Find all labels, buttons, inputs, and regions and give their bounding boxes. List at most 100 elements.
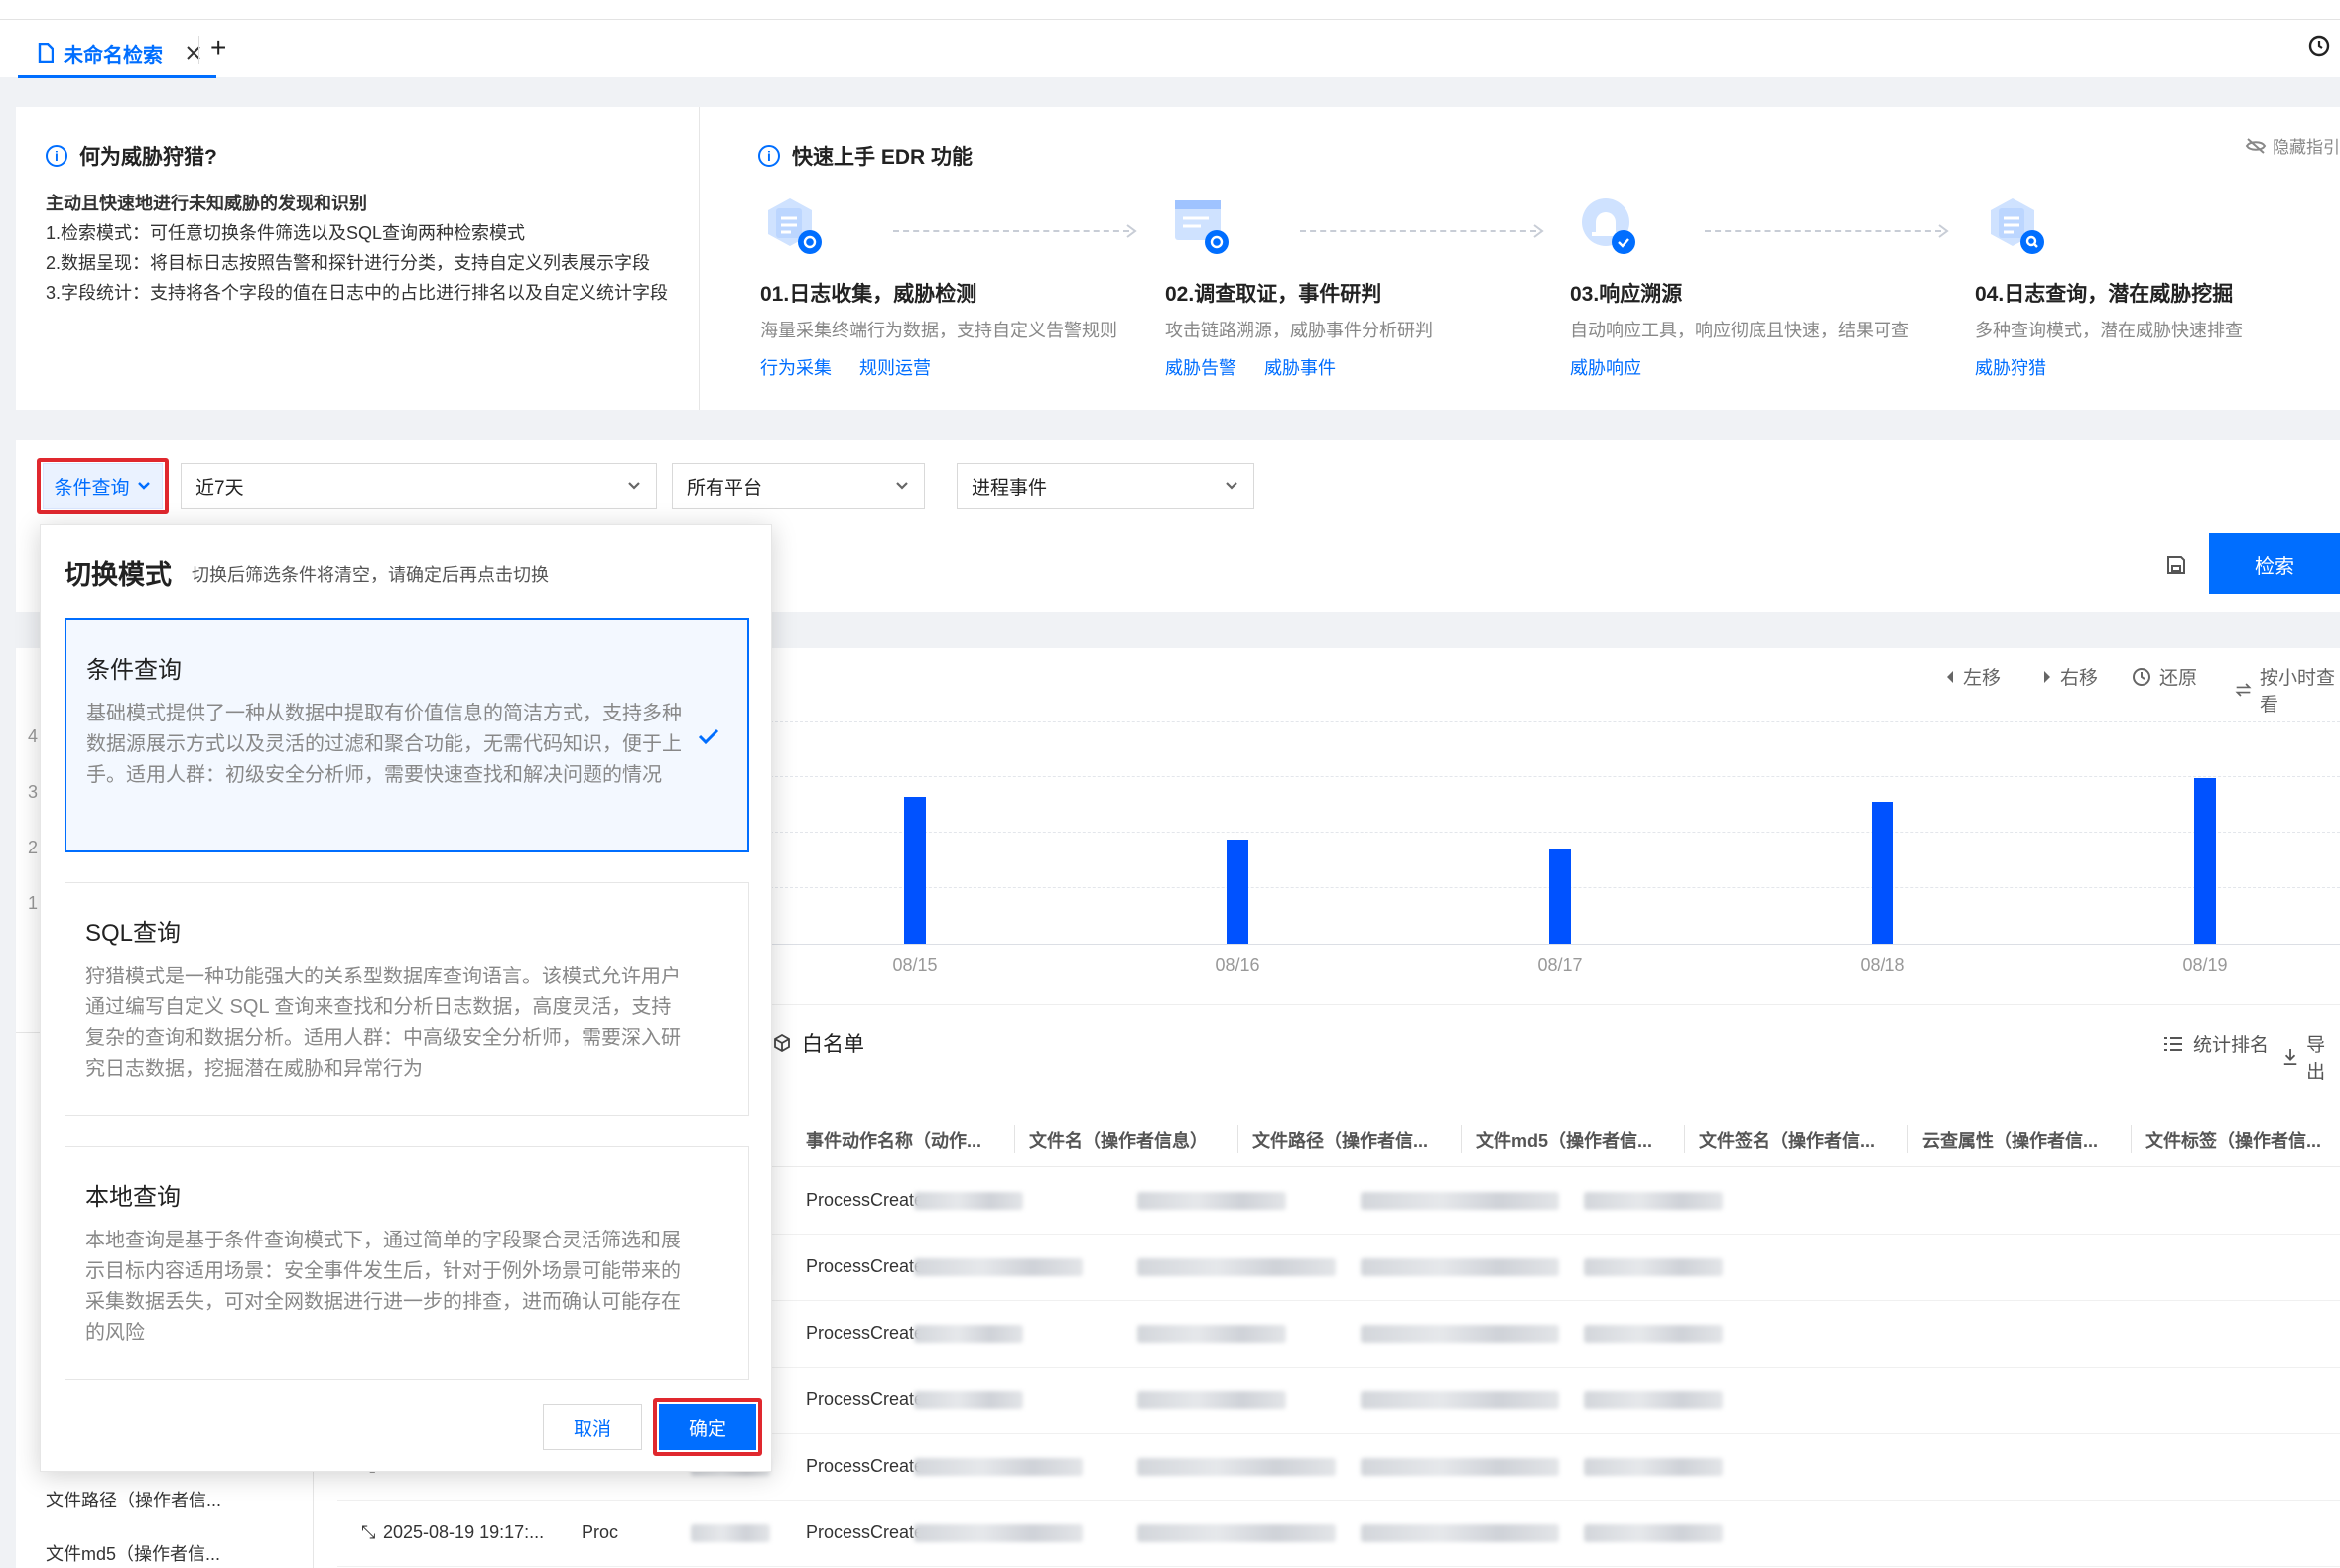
results-table-header: 事件动作名称（动作... 文件名（操作者信息） 文件路径（操作者信... 文件m… xyxy=(770,1111,2340,1167)
save-icon[interactable] xyxy=(2165,554,2187,576)
popover-title: 切换模式 xyxy=(65,560,172,589)
link-rule-ops[interactable]: 规则运营 xyxy=(859,354,931,380)
link-threat-alert[interactable]: 威胁告警 xyxy=(1165,354,1236,380)
redacted-value xyxy=(914,1524,1083,1542)
mode-option-condition[interactable]: 条件查询 基础模式提供了一种从数据中提取有价值信息的简洁方式，支持多种数据源展示… xyxy=(65,618,749,852)
x-tick-label: 08/16 xyxy=(1215,955,1260,975)
col-header-md5[interactable]: 文件md5（操作者信... xyxy=(1476,1127,1652,1153)
history-clock-icon[interactable] xyxy=(2308,35,2330,57)
time-range-select[interactable]: 近7天 xyxy=(181,463,657,509)
redacted-value xyxy=(1137,1391,1286,1409)
close-icon[interactable] xyxy=(185,44,202,62)
link-behavior-collect[interactable]: 行为采集 xyxy=(760,354,832,380)
step-arrow xyxy=(893,230,1129,232)
redacted-value xyxy=(1361,1391,1559,1409)
chart-bar[interactable] xyxy=(904,797,926,944)
chevron-down-icon xyxy=(1226,482,1237,490)
info-icon: i xyxy=(758,145,780,167)
swap-icon xyxy=(2235,683,2252,697)
redacted-value xyxy=(914,1325,1023,1343)
chart-pan-left[interactable]: 左移 xyxy=(1945,663,2001,690)
col-header-filepath[interactable]: 文件路径（操作者信... xyxy=(1252,1127,1428,1153)
what-is-hunting-body: 主动且快速地进行未知威胁的发现和识别 1.检索模式：可任意切换条件筛选以及SQL… xyxy=(46,194,669,303)
chart-hourly-view[interactable]: 按小时查看 xyxy=(2235,663,2340,717)
chevron-down-icon xyxy=(628,482,640,490)
mode-select[interactable]: 条件查询 xyxy=(43,463,163,509)
document-icon xyxy=(38,43,54,63)
redacted-value xyxy=(1137,1458,1336,1476)
col-header-action[interactable]: 事件动作名称（动作... xyxy=(806,1127,981,1153)
what-is-hunting-title: i 何为威胁狩猎? xyxy=(46,141,217,171)
table-row[interactable]: ⤡ 2025-08-19 19:17:... Proc ProcessCreate xyxy=(337,1501,2340,1567)
chart-bar[interactable] xyxy=(1227,840,1248,944)
caret-right-icon xyxy=(2044,670,2050,683)
chart-bar[interactable] xyxy=(1549,849,1571,944)
link-threat-hunting[interactable]: 威胁狩猎 xyxy=(1975,354,2046,380)
arrow-head-icon xyxy=(1126,224,1137,238)
redacted-value xyxy=(1361,1458,1559,1476)
col-header-filename[interactable]: 文件名（操作者信息） xyxy=(1029,1127,1208,1153)
x-tick-label: 08/15 xyxy=(892,955,938,975)
option-desc: 本地查询是基于条件查询模式下，通过简单的字段聚合灵活筛选和展示目标内容适用场景：… xyxy=(85,1230,681,1344)
option-title: 本地查询 xyxy=(85,1184,181,1211)
event-type-select[interactable]: 进程事件 xyxy=(957,463,1254,509)
stats-rank-button[interactable]: 统计排名 xyxy=(2163,1030,2269,1057)
link-threat-response[interactable]: 威胁响应 xyxy=(1570,354,1641,380)
step-1-title: 01.日志收集，威胁检测 xyxy=(760,283,977,306)
log-query-icon xyxy=(1991,198,2044,254)
ok-button[interactable]: 确定 xyxy=(659,1404,756,1450)
redacted-value xyxy=(914,1458,1083,1476)
tab-unnamed-query[interactable]: 未命名检索 xyxy=(38,30,212,75)
query-tab-bar: 未命名检索 + xyxy=(0,20,2340,77)
add-tab-button[interactable]: + xyxy=(210,32,226,64)
step-2-title: 02.调查取证，事件研判 xyxy=(1165,283,1382,306)
step-4-desc: 多种查询模式，潜在威胁快速排查 xyxy=(1975,321,2243,340)
step-4-title: 04.日志查询，潜在威胁挖掘 xyxy=(1975,283,2234,306)
info-icon: i xyxy=(46,145,67,167)
redacted-value xyxy=(1584,1192,1723,1210)
chart-x-axis xyxy=(770,944,2340,945)
row-action: ProcessCreate xyxy=(806,1190,925,1210)
eye-off-icon xyxy=(2245,137,2267,154)
row-proc: Proc xyxy=(582,1522,619,1542)
col-header-file-tag[interactable]: 文件标签（操作者信... xyxy=(2145,1127,2321,1153)
hide-guide-button[interactable]: 隐藏指引 xyxy=(2245,133,2340,158)
row-action: ProcessCreate xyxy=(806,1256,925,1276)
chart-reset[interactable]: 还原 xyxy=(2132,663,2197,690)
mode-option-sql[interactable]: SQL查询 狩猎模式是一种功能强大的关系型数据库查询语言。该模式允许用户通过编写… xyxy=(65,882,749,1116)
step-1 xyxy=(762,195,826,258)
whitelist-tab[interactable]: 白名单 xyxy=(772,1028,864,1058)
mode-option-local[interactable]: 本地查询 本地查询是基于条件查询模式下，通过简单的字段聚合灵活筛选和展示目标内容… xyxy=(65,1146,749,1380)
step-2 xyxy=(1169,195,1233,258)
step-4 xyxy=(1985,195,2048,258)
col-header-signature[interactable]: 文件签名（操作者信... xyxy=(1699,1127,1875,1153)
link-threat-event[interactable]: 威胁事件 xyxy=(1264,354,1336,380)
redacted-value xyxy=(1137,1192,1286,1210)
platform-select[interactable]: 所有平台 xyxy=(672,463,925,509)
tab-label: 未命名检索 xyxy=(64,44,163,66)
redacted-value xyxy=(1361,1325,1559,1343)
chart-pan-right[interactable]: 右移 xyxy=(2042,663,2098,690)
cancel-button[interactable]: 取消 xyxy=(543,1404,642,1450)
search-button[interactable]: 检索 xyxy=(2209,533,2340,594)
field-item-filepath[interactable]: 文件路径（操作者信... xyxy=(46,1487,221,1512)
field-item-md5[interactable]: 文件md5（操作者信... xyxy=(46,1540,220,1566)
log-collect-icon xyxy=(768,198,822,254)
chart-gridline xyxy=(770,832,2340,833)
row-action: ProcessCreate xyxy=(806,1389,925,1409)
redacted-value xyxy=(691,1524,770,1542)
chart-bar[interactable] xyxy=(1872,802,1893,944)
arrow-head-icon xyxy=(1938,224,1949,238)
list-icon xyxy=(2164,1036,2182,1051)
switch-mode-popover: 切换模式 切换后筛选条件将清空，请确定后再点击切换 条件查询 基础模式提供了一种… xyxy=(40,524,772,1472)
col-header-cloud-attr[interactable]: 云查属性（操作者信... xyxy=(1922,1127,2098,1153)
export-button[interactable]: 导出 xyxy=(2282,1030,2340,1084)
x-tick-label: 08/19 xyxy=(2182,955,2228,975)
chart-bar[interactable] xyxy=(2194,778,2216,944)
expand-icon[interactable]: ⤡ xyxy=(361,1522,375,1543)
browser-top-strip xyxy=(0,0,2340,20)
row-action: ProcessCreate xyxy=(806,1456,925,1476)
redacted-value xyxy=(1584,1325,1723,1343)
redacted-value xyxy=(1137,1325,1286,1343)
cube-icon xyxy=(774,1033,790,1053)
